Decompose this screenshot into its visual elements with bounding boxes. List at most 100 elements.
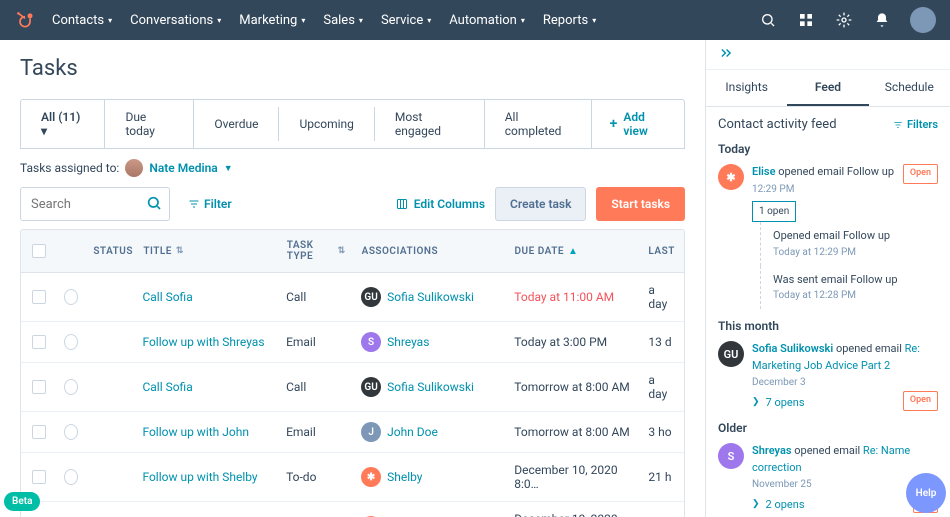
due-date: Tomorrow at 8:00 AM (506, 412, 640, 452)
nav-conversations[interactable]: Conversations ▾ (130, 13, 221, 28)
page-title: Tasks (20, 56, 685, 81)
search-icon[interactable] (758, 10, 778, 30)
complete-toggle[interactable] (64, 289, 78, 305)
chevron-down-icon[interactable]: ▼ (224, 163, 233, 174)
help-button[interactable]: Help (906, 473, 946, 513)
open-badge[interactable]: Open (903, 391, 938, 411)
view-tab[interactable]: Due today (105, 100, 194, 148)
hubspot-logo[interactable] (14, 9, 36, 31)
panel-tabs: Insights Feed Schedule (706, 70, 950, 107)
collapse-panel-icon[interactable] (718, 46, 734, 64)
section-today: Today (718, 142, 938, 156)
row-checkbox[interactable] (32, 425, 46, 439)
task-title-link[interactable]: Follow up with Shelby (142, 470, 257, 484)
task-type: To-do (278, 502, 353, 517)
settings-icon[interactable] (834, 10, 854, 30)
notifications-icon[interactable] (872, 10, 892, 30)
create-task-button[interactable]: Create task (495, 187, 586, 221)
row-checkbox[interactable] (32, 290, 46, 304)
last-activity: 21 h (640, 453, 684, 501)
view-tab[interactable]: All completed (485, 100, 592, 148)
tab-insights[interactable]: Insights (706, 70, 787, 106)
nav-service[interactable]: Service ▾ (381, 13, 431, 28)
nav-marketing[interactable]: Marketing ▾ (239, 13, 305, 28)
due-date: Today at 3:00 PM (506, 322, 640, 362)
association-link[interactable]: John Doe (387, 425, 438, 439)
task-type: Email (278, 412, 353, 452)
tab-feed[interactable]: Feed (787, 70, 868, 106)
task-type: To-do (278, 453, 353, 501)
assoc-avatar: GU (361, 377, 381, 397)
col-associations[interactable]: ASSOCIATIONS (354, 230, 507, 272)
col-title[interactable]: TITLE⇅ (135, 230, 278, 272)
feed-heading: Contact activity feed (718, 117, 837, 132)
feed-avatar: GU (718, 341, 744, 367)
tab-schedule[interactable]: Schedule (869, 70, 950, 106)
col-last[interactable]: LAST (640, 230, 684, 272)
task-title-link[interactable]: Follow up with John (142, 425, 249, 439)
last-activity: a day (640, 363, 684, 411)
task-type: Email (278, 322, 353, 362)
view-tab[interactable]: Upcoming (279, 107, 374, 141)
search-icon[interactable] (146, 195, 162, 215)
complete-toggle[interactable] (64, 379, 78, 395)
view-tab[interactable]: Overdue (194, 107, 279, 141)
assoc-avatar: J (361, 422, 381, 442)
view-tab[interactable]: Most engaged (375, 100, 485, 148)
due-date: December 10, 2020 10:… (506, 502, 640, 517)
open-count[interactable]: 1 open (752, 201, 796, 222)
complete-toggle[interactable] (64, 334, 78, 350)
assigned-to-filter: Tasks assigned to: Nate Medina ▼ (20, 159, 685, 177)
top-nav: Contacts ▾ Conversations ▾ Marketing ▾ Sale… (0, 0, 950, 40)
task-title-link[interactable]: Call Sofia (142, 290, 192, 304)
user-avatar[interactable] (910, 7, 936, 33)
contact-link[interactable]: Sofia Sulikowski (752, 342, 833, 355)
contact-link[interactable]: Elise (752, 165, 776, 178)
beta-badge[interactable]: Beta (4, 492, 40, 511)
edit-columns-button[interactable]: Edit Columns (396, 197, 485, 211)
view-tab[interactable]: All (11) ▾ (21, 100, 105, 148)
marketplace-icon[interactable] (796, 10, 816, 30)
nav-reports[interactable]: Reports ▾ (543, 13, 596, 28)
due-date: Today at 11:00 AM (506, 273, 640, 321)
association-link[interactable]: Shelby (387, 470, 422, 484)
select-all-checkbox[interactable] (32, 244, 46, 258)
task-type: Call (278, 273, 353, 321)
filter-button[interactable]: Filter (180, 197, 240, 211)
add-view-button[interactable]: +Add view (592, 100, 684, 148)
last-activity: 13 d (640, 322, 684, 362)
association-link[interactable]: Sofia Sulikowski (387, 290, 474, 304)
nav-sales[interactable]: Sales ▾ (323, 13, 363, 28)
assignee-avatar (125, 159, 143, 177)
col-due-date[interactable]: DUE DATE▲ (507, 230, 641, 272)
nav-contacts[interactable]: Contacts ▾ (52, 13, 112, 28)
row-checkbox[interactable] (32, 380, 46, 394)
section-older: Older (718, 421, 938, 435)
complete-toggle[interactable] (64, 469, 78, 485)
col-task-type[interactable]: TASK TYPE⇅ (279, 230, 354, 272)
section-this-month: This month (718, 319, 938, 333)
row-checkbox[interactable] (32, 335, 46, 349)
association-link[interactable]: Sofia Sulikowski (387, 380, 474, 394)
task-type: Call (278, 363, 353, 411)
row-checkbox[interactable] (32, 470, 46, 484)
due-date: December 10, 2020 8:0… (506, 453, 640, 501)
assoc-avatar: GU (361, 287, 381, 307)
filters-button[interactable]: Filters (893, 118, 938, 131)
nav-automation[interactable]: Automation ▾ (449, 13, 525, 28)
expand-opens[interactable]: ❯7 opens (752, 395, 805, 412)
task-title-link[interactable]: Call Sofia (142, 380, 192, 394)
association-link[interactable]: Shreyas (387, 335, 429, 349)
table-row: Call Sofia Call GU Sofia Sulikowski Today at… (21, 273, 684, 322)
open-badge[interactable]: Open (903, 164, 938, 184)
col-status[interactable]: STATUS (85, 230, 135, 272)
task-title-link[interactable]: Follow up with Shreyas (142, 335, 264, 349)
tasks-table: STATUS TITLE⇅ TASK TYPE⇅ ASSOCIATIONS DU… (20, 229, 685, 517)
start-tasks-button[interactable]: Start tasks (596, 187, 685, 221)
contact-link[interactable]: Shreyas (752, 444, 792, 457)
expand-opens[interactable]: ❯2 opens (752, 497, 805, 514)
assignee-name[interactable]: Nate Medina (149, 161, 217, 175)
last-activity: 21 h (640, 502, 684, 517)
main-content: Tasks All (11) ▾Due todayOverdueUpcoming… (0, 40, 705, 517)
complete-toggle[interactable] (64, 424, 78, 440)
